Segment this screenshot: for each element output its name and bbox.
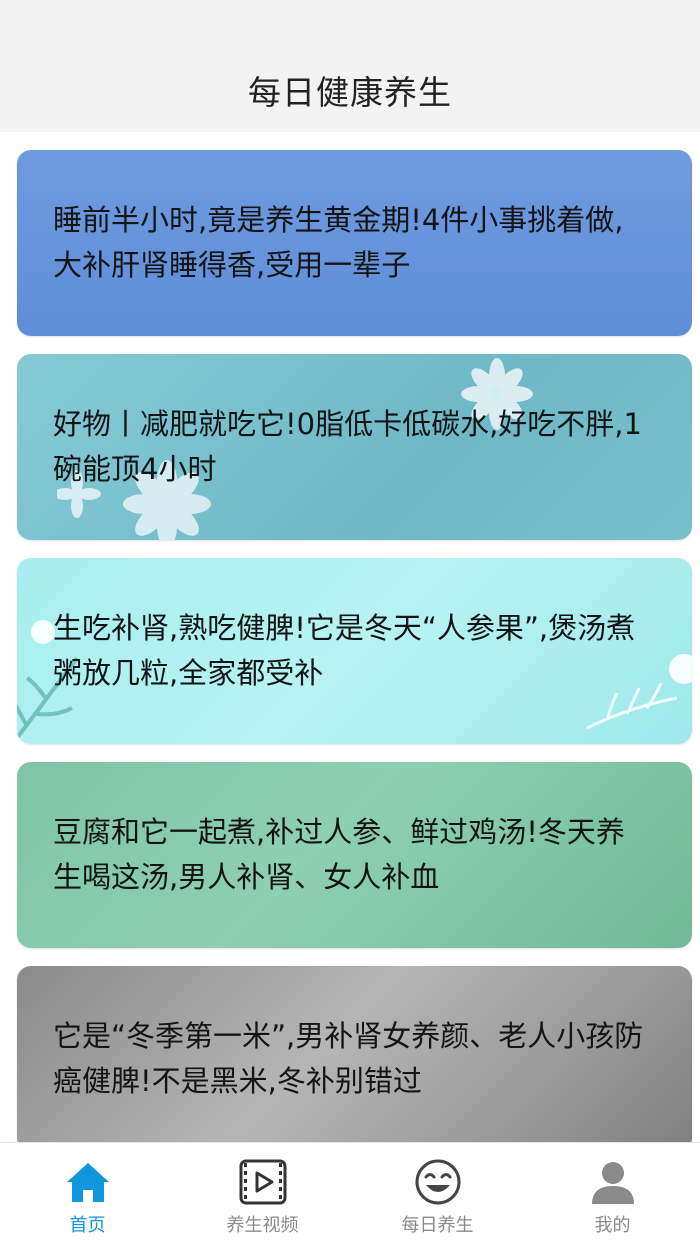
tab-profile[interactable]: 我的 bbox=[525, 1143, 700, 1243]
article-title: 好物丨减肥就吃它!0脂低卡低碳水,好吃不胖,1碗能顶4小时 bbox=[53, 407, 642, 486]
tab-video[interactable]: 养生视频 bbox=[175, 1143, 350, 1243]
article-title: 睡前半小时,竟是养生黄金期!4件小事挑着做,大补肝肾睡得香,受用一辈子 bbox=[53, 203, 624, 282]
bubble-decoration bbox=[669, 654, 692, 684]
tab-label: 养生视频 bbox=[226, 1215, 299, 1236]
article-card[interactable]: 它是“冬季第一米”,男补肾女养颜、老人小孩防癌健脾!不是黑米,冬补别错过 bbox=[17, 966, 692, 1142]
article-card[interactable]: 睡前半小时,竟是养生黄金期!4件小事挑着做,大补肝肾睡得香,受用一辈子 bbox=[17, 150, 692, 336]
article-title: 豆腐和它一起煮,补过人参、鲜过鸡汤!冬天养生喝这汤,男人补肾、女人补血 bbox=[53, 815, 625, 894]
tab-home[interactable]: 首页 bbox=[0, 1143, 175, 1243]
tab-label: 我的 bbox=[594, 1215, 631, 1236]
home-icon bbox=[66, 1163, 109, 1202]
article-title: 它是“冬季第一米”,男补肾女养颜、老人小孩防癌健脾!不是黑米,冬补别错过 bbox=[53, 1019, 644, 1098]
bottom-tab-bar: 首页 养生视频 每日养生 我的 bbox=[0, 1142, 700, 1243]
article-card[interactable]: 生吃补肾,熟吃健脾!它是冬天“人参果”,煲汤煮粥放几粒,全家都受补 bbox=[17, 558, 692, 744]
smiley-icon bbox=[415, 1159, 460, 1205]
user-icon bbox=[591, 1162, 634, 1204]
article-card[interactable]: 好物丨减肥就吃它!0脂低卡低碳水,好吃不胖,1碗能顶4小时 bbox=[17, 354, 692, 540]
tab-label: 首页 bbox=[69, 1215, 106, 1236]
page-title: 每日健康养生 bbox=[248, 73, 452, 112]
bubble-decoration bbox=[31, 620, 55, 644]
tab-daily[interactable]: 每日养生 bbox=[350, 1143, 525, 1243]
article-title: 生吃补肾,熟吃健脾!它是冬天“人参果”,煲汤煮粥放几粒,全家都受补 bbox=[53, 611, 636, 690]
tab-label: 每日养生 bbox=[401, 1215, 474, 1236]
article-list[interactable]: 睡前半小时,竟是养生黄金期!4件小事挑着做,大补肝肾睡得香,受用一辈子 好物丨减… bbox=[0, 132, 700, 1142]
video-icon bbox=[239, 1159, 286, 1205]
app-header: 每日健康养生 bbox=[0, 0, 700, 132]
article-card[interactable]: 豆腐和它一起煮,补过人参、鲜过鸡汤!冬天养生喝这汤,男人补肾、女人补血 bbox=[17, 762, 692, 948]
